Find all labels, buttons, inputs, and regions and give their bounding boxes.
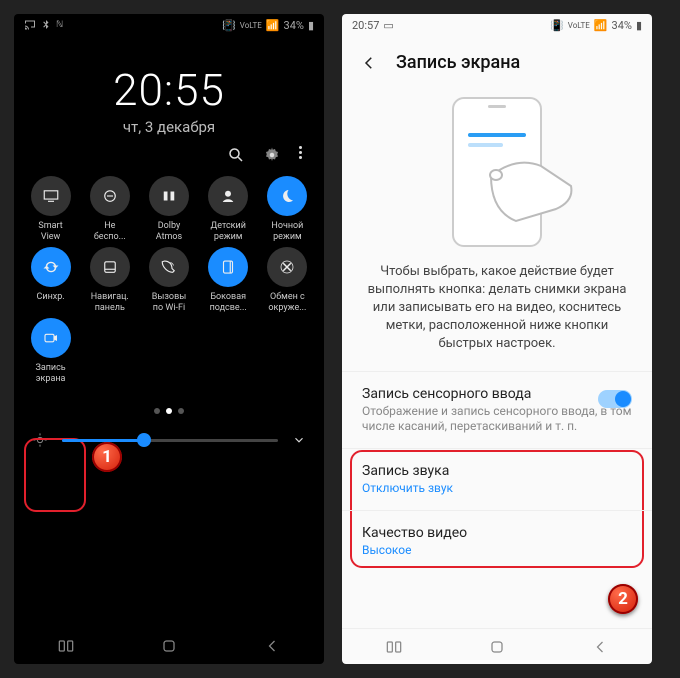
dolby-icon: [149, 176, 189, 216]
setting-touch-record[interactable]: Запись сенсорного ввода Отображение и за…: [342, 371, 652, 448]
nearby-icon: [267, 247, 307, 287]
kids-icon: [208, 176, 248, 216]
home-button[interactable]: [487, 637, 507, 657]
tile-label: SmartView: [38, 221, 62, 243]
gear-icon[interactable]: [263, 146, 281, 164]
tile-label: Синхр.: [37, 292, 65, 303]
chevron-down-icon[interactable]: [292, 433, 306, 447]
clock-time: 20:55: [14, 64, 324, 116]
tile-label: Записьэкрана: [35, 363, 65, 385]
phone-screenshot-right: 20:57 ▭ 📳 VoLTE 📶 34% ▮ Запись экрана Чт…: [342, 14, 652, 664]
setting-subtitle: Отключить звук: [362, 481, 632, 496]
search-icon[interactable]: [227, 146, 245, 164]
battery-icon: ▮: [308, 19, 314, 32]
qs-tile-nearby[interactable]: Обмен сокруже...: [259, 247, 316, 314]
setting-subtitle: Отображение и запись сенсорного ввода, в…: [362, 404, 632, 434]
setting-video-quality[interactable]: Качество видео Высокое: [342, 510, 652, 572]
status-time: 20:57: [352, 19, 379, 32]
qs-toolbar: [14, 136, 324, 170]
qs-tile-dolby[interactable]: DolbyAtmos: [140, 176, 197, 243]
brightness-slider-row: [14, 426, 324, 458]
clock-date: чт, 3 декабря: [14, 118, 324, 136]
brightness-icon: [32, 432, 48, 448]
qs-tile-wifi-call[interactable]: Вызовыпо Wi-Fi: [140, 247, 197, 314]
signal-icon: 📶: [594, 19, 608, 32]
qs-tile-rec[interactable]: Записьэкрана: [22, 318, 79, 385]
qs-tile-night[interactable]: Ночнойрежим: [259, 176, 316, 243]
qs-tile-navpanel[interactable]: Навигац.панель: [81, 247, 138, 314]
rec-icon: [31, 318, 71, 358]
edge-icon: [208, 247, 248, 287]
sim-icon: ▭: [383, 19, 393, 32]
battery-percent: 34%: [284, 19, 304, 32]
tile-label: Небеспо...: [94, 221, 126, 243]
qs-tile-edge[interactable]: Боковаяподсве...: [200, 247, 257, 314]
home-button[interactable]: [159, 636, 179, 656]
status-bar: 20:57 ▭ 📳 VoLTE 📶 34% ▮: [342, 14, 652, 36]
page-indicator: [14, 399, 324, 418]
tile-label: Детскийрежим: [210, 221, 245, 243]
vibrate-icon: 📳: [222, 19, 236, 32]
step-marker-1: 1: [92, 442, 122, 472]
back-icon[interactable]: [360, 54, 378, 72]
setting-title: Запись сенсорного ввода: [362, 386, 632, 402]
qs-tile-kids[interactable]: Детскийрежим: [200, 176, 257, 243]
qs-tile-do-not[interactable]: Небеспо...: [81, 176, 138, 243]
signal-icon: 📶: [266, 19, 280, 32]
phone-screenshot-left: ℕ 📳 VoLTE 📶 34% ▮ 20:55 чт, 3 декабря Sm…: [14, 14, 324, 664]
brightness-slider[interactable]: [62, 439, 278, 442]
hero-illustration: [342, 81, 652, 257]
tile-label: Боковаяподсве...: [210, 292, 247, 314]
qs-tile-sync[interactable]: Синхр.: [22, 247, 79, 314]
bluetooth-icon: [40, 19, 52, 31]
hand-icon: [486, 151, 576, 231]
night-icon: [267, 176, 307, 216]
tile-label: Ночнойрежим: [271, 221, 303, 243]
toggle-switch[interactable]: [598, 390, 632, 408]
nav-bar: [342, 628, 652, 664]
nav-bar: [14, 628, 324, 664]
wifi-call-icon: [149, 247, 189, 287]
back-button[interactable]: [262, 636, 282, 656]
setting-sound-record[interactable]: Запись звука Отключить звук: [342, 448, 652, 510]
battery-icon: ▮: [636, 19, 642, 32]
setting-title: Качество видео: [362, 525, 632, 541]
tile-label: Навигац.панель: [91, 292, 129, 314]
tile-label: DolbyAtmos: [156, 221, 182, 243]
setting-subtitle: Высокое: [362, 543, 632, 558]
smart-view-icon: [31, 176, 71, 216]
nfc-icon: ℕ: [56, 20, 63, 30]
description-text: Чтобы выбрать, какое действие будет выпо…: [342, 257, 652, 371]
do-not-icon: [90, 176, 130, 216]
vibrate-icon: 📳: [550, 19, 564, 32]
quick-settings-grid: SmartView Небеспо... DolbyAtmos Детскийрежи…: [14, 170, 324, 391]
volte-icon: VoLTE: [240, 21, 262, 30]
recents-button[interactable]: [384, 637, 404, 657]
app-bar: Запись экрана: [342, 36, 652, 81]
tile-label: Обмен сокруже...: [268, 292, 306, 314]
recents-button[interactable]: [56, 636, 76, 656]
navpanel-icon: [90, 247, 130, 287]
setting-title: Запись звука: [362, 463, 632, 479]
more-icon[interactable]: [299, 146, 302, 164]
tile-label: Вызовыпо Wi-Fi: [152, 292, 186, 314]
clock-block: 20:55 чт, 3 декабря: [14, 64, 324, 136]
step-marker-2: 2: [608, 584, 638, 614]
volte-icon: VoLTE: [568, 21, 590, 30]
qs-tile-smart-view[interactable]: SmartView: [22, 176, 79, 243]
battery-percent: 34%: [612, 19, 632, 32]
sync-icon: [31, 247, 71, 287]
back-button[interactable]: [590, 637, 610, 657]
cast-icon: [24, 19, 36, 31]
status-bar: ℕ 📳 VoLTE 📶 34% ▮: [14, 14, 324, 36]
page-title: Запись экрана: [396, 52, 520, 73]
